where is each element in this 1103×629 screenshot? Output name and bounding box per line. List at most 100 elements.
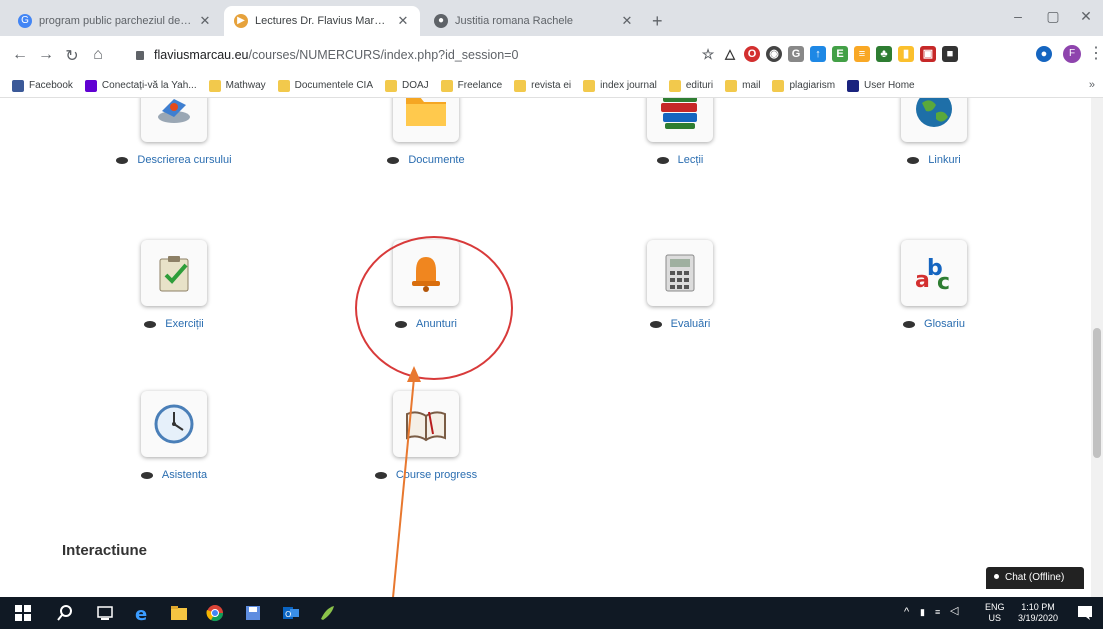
drive-icon[interactable]: △	[722, 46, 738, 62]
close-window-button[interactable]: ✕	[1071, 8, 1101, 25]
visibility-eye-icon[interactable]	[140, 471, 153, 479]
pdf-extension-icon[interactable]: ▣	[920, 46, 936, 62]
profile-avatar[interactable]: F	[1063, 45, 1081, 63]
bookmark-user-home[interactable]: User Home	[847, 79, 915, 92]
bottle-extension-icon[interactable]: ▮	[898, 46, 914, 62]
tab-title: Justitia romana Rachele	[455, 15, 574, 27]
tool-documents[interactable]: Documente	[356, 98, 496, 166]
keyboard-icon[interactable]: ≡	[935, 607, 940, 618]
home-icon[interactable]: ⌂	[88, 46, 108, 64]
svg-text:e: e	[135, 604, 147, 622]
visibility-eye-icon[interactable]	[144, 320, 157, 328]
bookmarks-overflow-icon[interactable]: »	[1089, 79, 1095, 91]
clock[interactable]: 1:10 PM 3/19/2020	[1018, 602, 1058, 624]
bookmark-documentele-cia[interactable]: Documentele CIA	[277, 79, 373, 92]
search-icon[interactable]	[56, 604, 74, 622]
svg-text:c: c	[937, 270, 950, 295]
visibility-eye-icon[interactable]	[374, 471, 387, 479]
tab-title: program public parcheziul de pr	[39, 15, 192, 27]
tool-course-progress[interactable]: Course progress	[356, 391, 496, 481]
time-display: 1:10 PM	[1021, 602, 1055, 612]
reload-icon[interactable]: ↻	[62, 46, 82, 66]
visibility-eye-icon[interactable]	[656, 156, 669, 164]
star-icon[interactable]: ☆	[700, 46, 716, 62]
folder-icon	[514, 79, 527, 92]
tab-google-search[interactable]: G program public parcheziul de pr ✕	[8, 6, 222, 36]
bookmark-freelance[interactable]: Freelance	[440, 79, 502, 92]
visibility-eye-icon[interactable]	[907, 156, 920, 164]
evernote-icon[interactable]: E	[832, 46, 848, 62]
tray-chevron-icon[interactable]: ^	[904, 607, 909, 618]
tool-exercises[interactable]: Exerciții	[104, 240, 244, 330]
folder-icon	[668, 79, 681, 92]
tool-links[interactable]: Linkuri	[864, 98, 1004, 166]
tool-glossary[interactable]: abc Glosariu	[864, 240, 1004, 330]
bookmark-mail[interactable]: mail	[725, 79, 760, 92]
visibility-eye-icon[interactable]	[903, 320, 916, 328]
tool-label-text: Glosariu	[924, 318, 965, 330]
opera-icon[interactable]: O	[744, 46, 760, 62]
calculator-icon	[647, 240, 713, 306]
tool-lessons[interactable]: Lecții	[610, 98, 750, 166]
visibility-eye-icon[interactable]	[116, 156, 129, 164]
paint-brush-icon[interactable]	[318, 604, 336, 622]
bookmark-label: Mathway	[225, 80, 266, 91]
bookmark-plagiarism[interactable]: plagiarism	[772, 79, 835, 92]
new-tab-button[interactable]: +	[652, 11, 663, 32]
close-tab-icon[interactable]: ✕	[396, 13, 410, 29]
chat-widget[interactable]: Chat (Offline)	[986, 567, 1084, 589]
bookmark-doaj[interactable]: DOAJ	[385, 79, 429, 92]
tool-label: Documente	[356, 154, 496, 166]
task-view-icon[interactable]	[96, 604, 114, 622]
visibility-eye-icon[interactable]	[649, 320, 662, 328]
arrow-extension-icon[interactable]: ↑	[810, 46, 826, 62]
notes-extension-icon[interactable]: ≡	[854, 46, 870, 62]
bookmark-revista[interactable]: revista ei	[514, 79, 571, 92]
visibility-eye-icon[interactable]	[387, 156, 400, 164]
bookmark-index-journal[interactable]: index journal	[583, 79, 657, 92]
tool-assistance[interactable]: Asistenta	[104, 391, 244, 481]
tab-justitia[interactable]: ● Justitia romana Rachele ✕	[424, 6, 644, 36]
edge-browser-icon[interactable]: e	[134, 604, 152, 622]
tool-label-text: Descrierea cursului	[137, 154, 232, 166]
network-icon[interactable]: ▮	[920, 607, 925, 618]
close-tab-icon[interactable]: ✕	[198, 13, 212, 29]
chat-status-dot	[994, 574, 999, 579]
globe-icon	[901, 98, 967, 142]
outlook-icon[interactable]: O	[282, 604, 300, 622]
scrollbar-thumb[interactable]	[1093, 328, 1101, 458]
folder-icon	[208, 79, 221, 92]
bookmark-label: DOAJ	[402, 80, 429, 91]
date-display: 3/19/2020	[1018, 613, 1059, 623]
video-extension-icon[interactable]: ■	[942, 46, 958, 62]
save-disk-icon[interactable]	[244, 604, 262, 622]
chrome-icon[interactable]	[206, 604, 224, 622]
tool-course-description[interactable]: Descrierea cursului	[104, 98, 244, 166]
leaf-extension-icon[interactable]: ♣	[876, 46, 892, 62]
tab-course[interactable]: ▶ Lectures Dr. Flavius Marcau - Co ✕	[224, 6, 420, 36]
maximize-button[interactable]: ▢	[1038, 8, 1068, 25]
notification-center-icon[interactable]	[1076, 604, 1094, 622]
course-page: Descrierea cursului Documente Lecții Lin…	[0, 98, 1103, 597]
back-arrow-icon[interactable]: ←	[10, 46, 30, 64]
language-indicator[interactable]: ENG US	[985, 602, 1005, 624]
bookmark-yahoo-mail[interactable]: Conectați-vă la Yah...	[84, 79, 197, 92]
page-scrollbar[interactable]	[1091, 98, 1103, 597]
address-bar[interactable]: flaviusmarcau.eu/courses/NUMERCURS/index…	[136, 42, 696, 68]
windows-start-icon[interactable]	[14, 604, 32, 622]
folder-icon	[440, 79, 453, 92]
menu-kebab-icon[interactable]: ⋮	[1088, 43, 1103, 63]
translate-icon[interactable]: G	[788, 46, 804, 62]
bookmark-edituri[interactable]: edituri	[668, 79, 713, 92]
minimize-button[interactable]: –	[1003, 8, 1033, 24]
speaker-icon[interactable]: ◁	[950, 606, 958, 617]
bookmark-facebook[interactable]: Facebook	[12, 79, 73, 92]
forward-arrow-icon[interactable]: →	[36, 46, 56, 64]
file-explorer-icon[interactable]	[170, 604, 188, 622]
close-tab-icon[interactable]: ✕	[620, 13, 634, 29]
extension-icon[interactable]: ◉	[766, 46, 782, 62]
circle-extension-icon[interactable]: ●	[1036, 46, 1052, 62]
tab-strip: G program public parcheziul de pr ✕ ▶ Le…	[0, 0, 1103, 36]
bookmark-mathway[interactable]: Mathway	[208, 79, 266, 92]
tool-evaluations[interactable]: Evaluări	[610, 240, 750, 330]
